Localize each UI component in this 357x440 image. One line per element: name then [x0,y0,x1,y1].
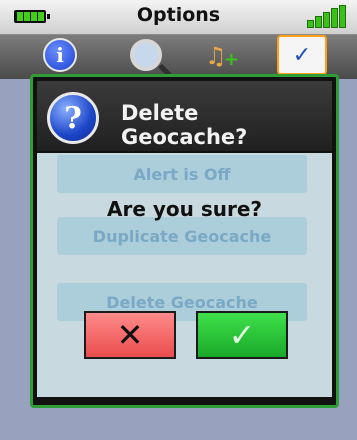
help-icon: ? [47,92,99,144]
dialog-header: ? Delete Geocache? [37,81,332,151]
media-add-icon: ♫ + [205,42,239,70]
checklist-icon: ✓ [277,35,327,75]
info-icon: i [43,38,77,72]
close-icon: ✕ [116,316,144,354]
status-bar: Options [0,0,357,35]
search-button[interactable] [120,35,172,75]
info-button[interactable]: i [34,35,86,75]
confirm-dialog: ? Delete Geocache? Alert is Off Duplicat… [30,74,339,408]
dialog-body: Alert is Off Duplicate Geocache Delete G… [37,153,332,397]
screen-title: Options [136,4,221,26]
confirm-button[interactable]: ✓ [196,311,288,359]
dialog-message: Are you sure? [106,197,263,221]
checklist-button[interactable]: ✓ [276,35,328,75]
ghost-list-item: Alert is Off [57,155,307,193]
cancel-button[interactable]: ✕ [84,311,176,359]
search-icon [130,39,162,71]
signal-strength-icon [307,5,346,28]
checkmark-icon: ✓ [228,316,256,354]
media-add-button[interactable]: ♫ + [196,35,248,75]
dialog-title: Delete Geocache? [121,101,248,149]
ghost-list-item: Duplicate Geocache [57,217,307,255]
toolbar: i ♫ + ✓ [0,35,357,79]
